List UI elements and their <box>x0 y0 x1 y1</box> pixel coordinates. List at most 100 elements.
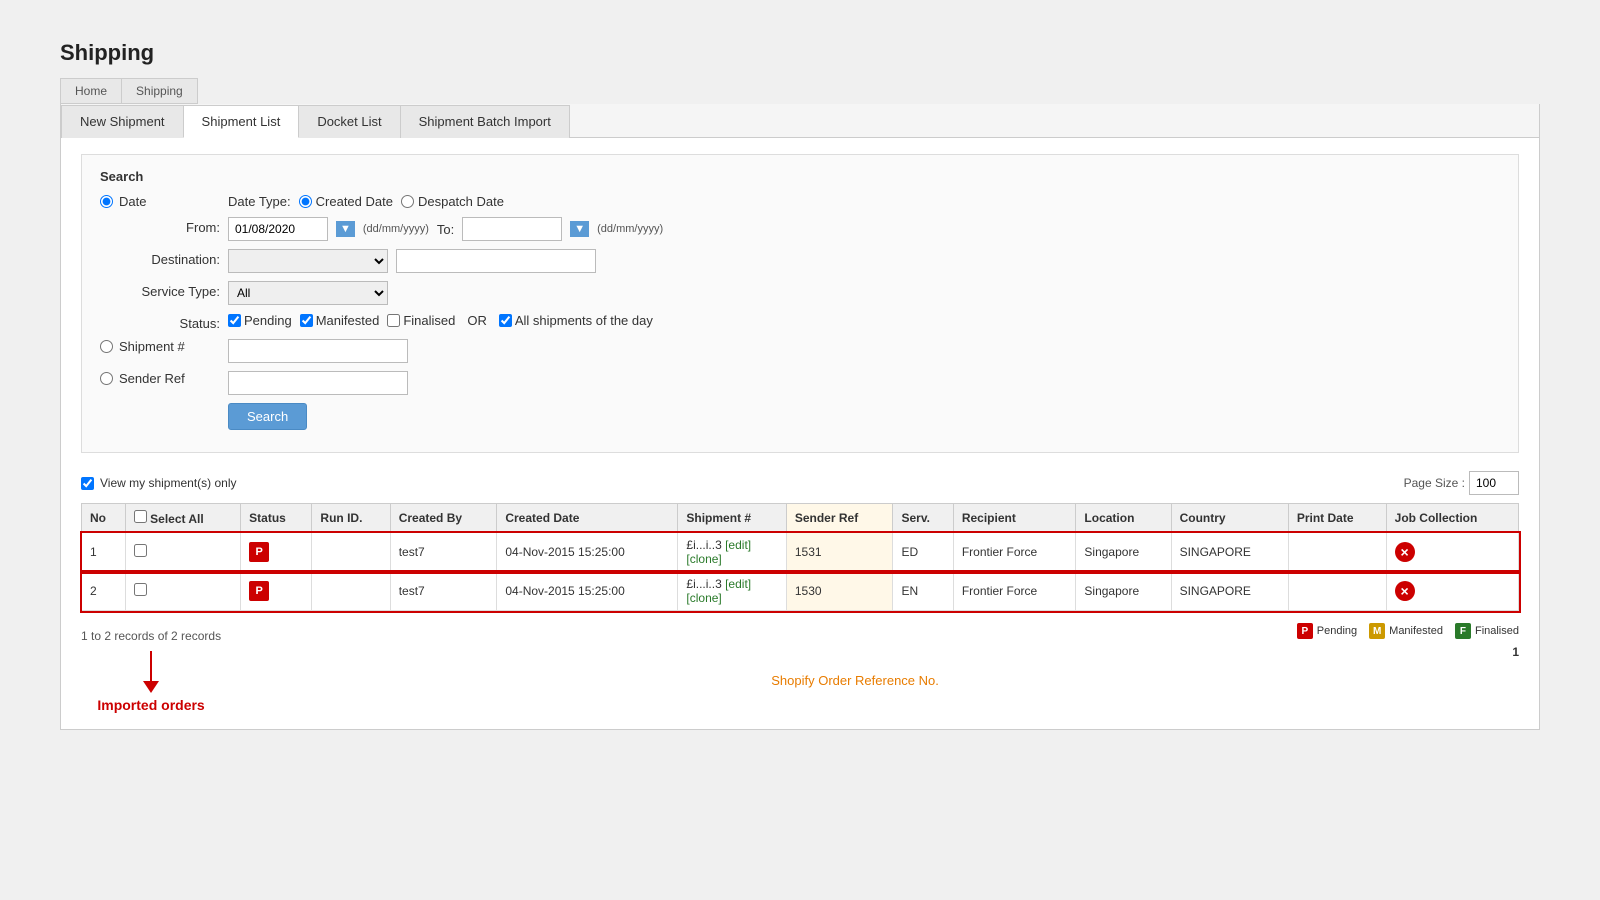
col-select-all[interactable]: Select All <box>125 504 240 533</box>
destination-label: Destination: <box>151 252 220 267</box>
status-row: Status: Pending Manifested <box>100 313 1500 331</box>
calendar-icon-to[interactable]: ▼ <box>570 221 589 237</box>
page-size-input[interactable] <box>1469 471 1519 495</box>
cell-sender-ref-1: 1531 <box>786 533 893 572</box>
finalised-checkbox[interactable] <box>387 314 400 327</box>
cell-no-2: 2 <box>82 572 126 611</box>
cell-job-collection-1[interactable]: × <box>1386 533 1518 572</box>
from-format: (dd/mm/yyyy) <box>363 223 429 235</box>
cell-shipment-num-2[interactable]: £i...i..3 [edit] [clone] <box>678 572 786 611</box>
to-format: (dd/mm/yyyy) <box>597 223 663 235</box>
created-date-option[interactable]: Created Date <box>299 194 393 209</box>
row-checkbox-1[interactable] <box>134 544 147 557</box>
row-checkbox-2[interactable] <box>134 583 147 596</box>
despatch-date-option[interactable]: Despatch Date <box>401 194 504 209</box>
table-body: 1 P test7 04-Nov-2015 15:25:00 £i...i..3… <box>82 533 1519 611</box>
delete-btn-1[interactable]: × <box>1395 542 1415 562</box>
manifested-checkbox-label[interactable]: Manifested <box>300 313 380 328</box>
cell-status-2: P <box>241 572 312 611</box>
delete-btn-2[interactable]: × <box>1395 581 1415 601</box>
cell-check-2[interactable] <box>125 572 240 611</box>
col-country: Country <box>1171 504 1288 533</box>
radio-shipment[interactable] <box>100 340 113 353</box>
cell-location-2: Singapore <box>1076 572 1171 611</box>
tab-docket-list[interactable]: Docket List <box>298 105 400 138</box>
col-shipment-num: Shipment # <box>678 504 786 533</box>
cell-shipment-num-1[interactable]: £i...i..3 [edit] [clone] <box>678 533 786 572</box>
destination-select[interactable] <box>228 249 388 273</box>
legend-finalised: F Finalised <box>1455 623 1519 639</box>
status-pending-icon-2: P <box>249 581 269 601</box>
search-button[interactable]: Search <box>228 403 307 430</box>
breadcrumb-home[interactable]: Home <box>60 78 121 104</box>
all-day-checkbox-label[interactable]: All shipments of the day <box>499 313 653 328</box>
pending-checkbox-label[interactable]: Pending <box>228 313 292 328</box>
col-run-id: Run ID. <box>312 504 390 533</box>
panel-content: Search Date Date Type: Created Date <box>61 138 1539 729</box>
clone-link-2[interactable]: [clone] <box>686 591 721 605</box>
breadcrumb: Home Shipping <box>60 78 1540 104</box>
footer-right: P Pending M Manifested F Finalised 1 <box>1297 623 1519 659</box>
col-print-date: Print Date <box>1288 504 1386 533</box>
legend: P Pending M Manifested F Finalised <box>1297 623 1519 639</box>
cell-print-date-2 <box>1288 572 1386 611</box>
radio-sender-ref[interactable] <box>100 372 113 385</box>
service-type-select[interactable]: All <box>228 281 388 305</box>
shipment-table: No Select All Status Run ID. Created By … <box>81 503 1519 611</box>
tab-shipment-batch-import[interactable]: Shipment Batch Import <box>400 105 570 138</box>
to-label: To: <box>437 222 454 237</box>
cell-created-date-1: 04-Nov-2015 15:25:00 <box>497 533 678 572</box>
col-serv: Serv. <box>893 504 953 533</box>
all-day-checkbox[interactable] <box>499 314 512 327</box>
table-row: 1 P test7 04-Nov-2015 15:25:00 £i...i..3… <box>82 533 1519 572</box>
edit-link-2[interactable]: [edit] <box>725 577 751 591</box>
table-row: 2 P test7 04-Nov-2015 15:25:00 £i...i..3… <box>82 572 1519 611</box>
radio-date[interactable] <box>100 195 113 208</box>
edit-link-1[interactable]: [edit] <box>725 538 751 552</box>
tab-new-shipment[interactable]: New Shipment <box>61 105 184 138</box>
calendar-icon-from[interactable]: ▼ <box>336 221 355 237</box>
legend-pending: P Pending <box>1297 623 1357 639</box>
select-all-checkbox[interactable] <box>134 510 147 523</box>
table-options: View my shipment(s) only Page Size : <box>81 471 1519 495</box>
footer-center: Shopify Order Reference No. <box>771 623 939 688</box>
manifested-checkbox[interactable] <box>300 314 313 327</box>
tab-shipment-list[interactable]: Shipment List <box>183 105 300 138</box>
view-my-shipments-checkbox[interactable] <box>81 477 94 490</box>
destination-text-input[interactable] <box>396 249 596 273</box>
to-date-input[interactable] <box>462 217 562 241</box>
destination-row: Destination: <box>100 249 1500 273</box>
shipment-hash-label: Shipment # <box>119 339 185 354</box>
status-label: Status: <box>180 316 220 331</box>
finalised-checkbox-label[interactable]: Finalised <box>387 313 455 328</box>
cell-check-1[interactable] <box>125 533 240 572</box>
destination-controls <box>228 249 596 273</box>
cell-run-id-2 <box>312 572 390 611</box>
pending-checkbox[interactable] <box>228 314 241 327</box>
status-pending-icon-1: P <box>249 542 269 562</box>
col-created-date: Created Date <box>497 504 678 533</box>
search-date-row: Date Date Type: Created Date Despatch Da… <box>100 194 1500 209</box>
cell-job-collection-2[interactable]: × <box>1386 572 1518 611</box>
service-type-label: Service Type: <box>141 284 220 299</box>
cell-country-2: SINGAPORE <box>1171 572 1288 611</box>
cell-print-date-1 <box>1288 533 1386 572</box>
shipment-link-1[interactable]: £i...i..3 <box>686 538 721 552</box>
cell-no-1: 1 <box>82 533 126 572</box>
sender-ref-row: Sender Ref <box>100 371 1500 395</box>
footer-section: 1 to 2 records of 2 records Imported ord… <box>81 623 1519 713</box>
sender-ref-input[interactable] <box>228 371 408 395</box>
service-type-row: Service Type: All <box>100 281 1500 305</box>
page-size-container: Page Size : <box>1404 471 1519 495</box>
from-label: From: <box>186 220 220 235</box>
shipment-hash-input[interactable] <box>228 339 408 363</box>
shipment-link-2[interactable]: £i...i..3 <box>686 577 721 591</box>
from-date-input[interactable] <box>228 217 328 241</box>
cell-country-1: SINGAPORE <box>1171 533 1288 572</box>
legend-manifested-icon: M <box>1369 623 1385 639</box>
col-job-collection: Job Collection <box>1386 504 1518 533</box>
clone-link-1[interactable]: [clone] <box>686 552 721 566</box>
legend-finalised-label: Finalised <box>1475 625 1519 637</box>
from-to-controls: ▼ (dd/mm/yyyy) To: ▼ (dd/mm/yyyy) <box>228 217 663 241</box>
breadcrumb-shipping[interactable]: Shipping <box>121 78 198 104</box>
